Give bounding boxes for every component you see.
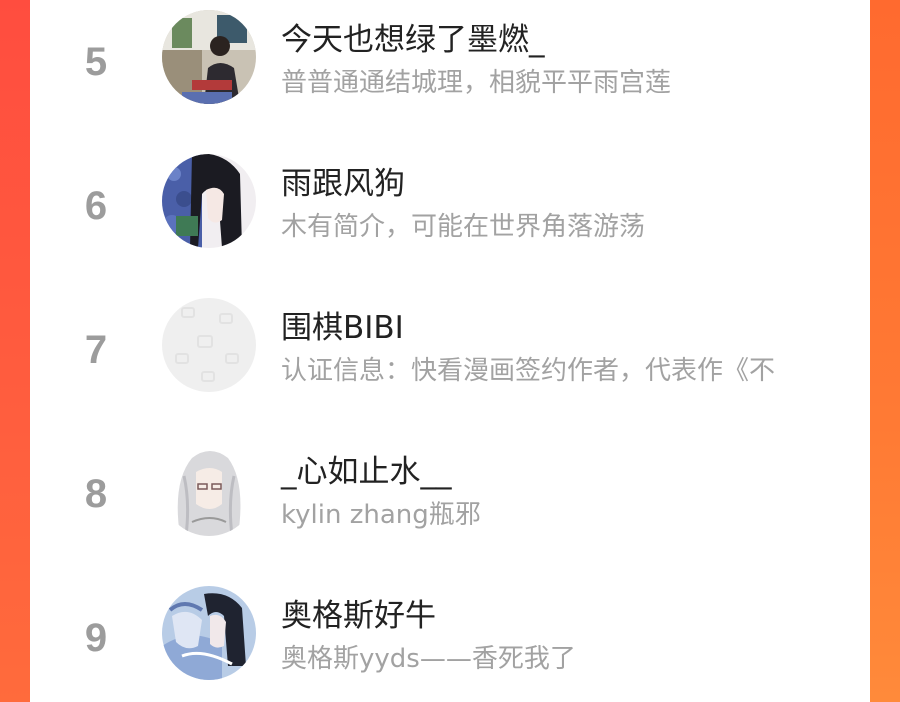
placeholder-avatar-image xyxy=(162,298,256,392)
left-gradient-edge xyxy=(0,0,30,702)
right-gradient-edge xyxy=(870,0,900,702)
ranking-row[interactable]: 6 雨跟风狗 木有简介，可能在世界角落游荡 xyxy=(30,154,870,274)
painter-photo-avatar-image xyxy=(162,10,256,104)
user-bio: kylin zhang瓶邪 xyxy=(281,500,481,530)
user-name[interactable]: _心如止水__ xyxy=(281,446,452,491)
user-name[interactable]: 围棋BIBI xyxy=(281,302,404,347)
user-avatar[interactable] xyxy=(162,442,256,536)
user-bio: 木有简介，可能在世界角落游荡 xyxy=(281,212,646,242)
ranking-row[interactable]: 9 奥格斯好牛 奥格斯yyds——香死我了 xyxy=(30,586,870,702)
user-bio: 认证信息：快看漫画签约作者，代表作《不 xyxy=(281,356,776,386)
user-bio: 奥格斯yyds——香死我了 xyxy=(281,644,576,674)
user-avatar[interactable] xyxy=(162,586,256,680)
anime-white-hair-avatar-image xyxy=(162,442,256,536)
ranking-row[interactable]: 5 今天也想绿了墨燃_ 普普通通结城理，相貌平平雨宫莲 xyxy=(30,10,870,130)
user-name[interactable]: 今天也想绿了墨燃_ xyxy=(281,14,545,59)
rank-number: 9 xyxy=(84,616,108,660)
user-avatar[interactable] xyxy=(162,298,256,392)
anime-girl-dark-hair-avatar-image xyxy=(162,154,256,248)
rank-number: 7 xyxy=(84,328,108,372)
rank-number: 8 xyxy=(84,472,108,516)
ranking-list-card: 5 今天也想绿了墨燃_ 普普通通结城理，相貌平平雨宫莲 6 雨跟风狗 木有简介，… xyxy=(30,0,870,702)
rank-number: 5 xyxy=(84,40,108,84)
rank-number: 6 xyxy=(84,184,108,228)
anime-couple-blue-avatar-image xyxy=(162,586,256,680)
ranking-row[interactable]: 7 围棋BIBI 认证信息：快看漫画签约作者，代表作《不 xyxy=(30,298,870,418)
ranking-row[interactable]: 8 _心如止水__ kylin zhang瓶邪 xyxy=(30,442,870,562)
user-name[interactable]: 雨跟风狗 xyxy=(281,158,405,203)
user-avatar[interactable] xyxy=(162,10,256,104)
user-bio: 普普通通结城理，相貌平平雨宫莲 xyxy=(281,68,672,98)
user-name[interactable]: 奥格斯好牛 xyxy=(281,590,436,635)
user-avatar[interactable] xyxy=(162,154,256,248)
